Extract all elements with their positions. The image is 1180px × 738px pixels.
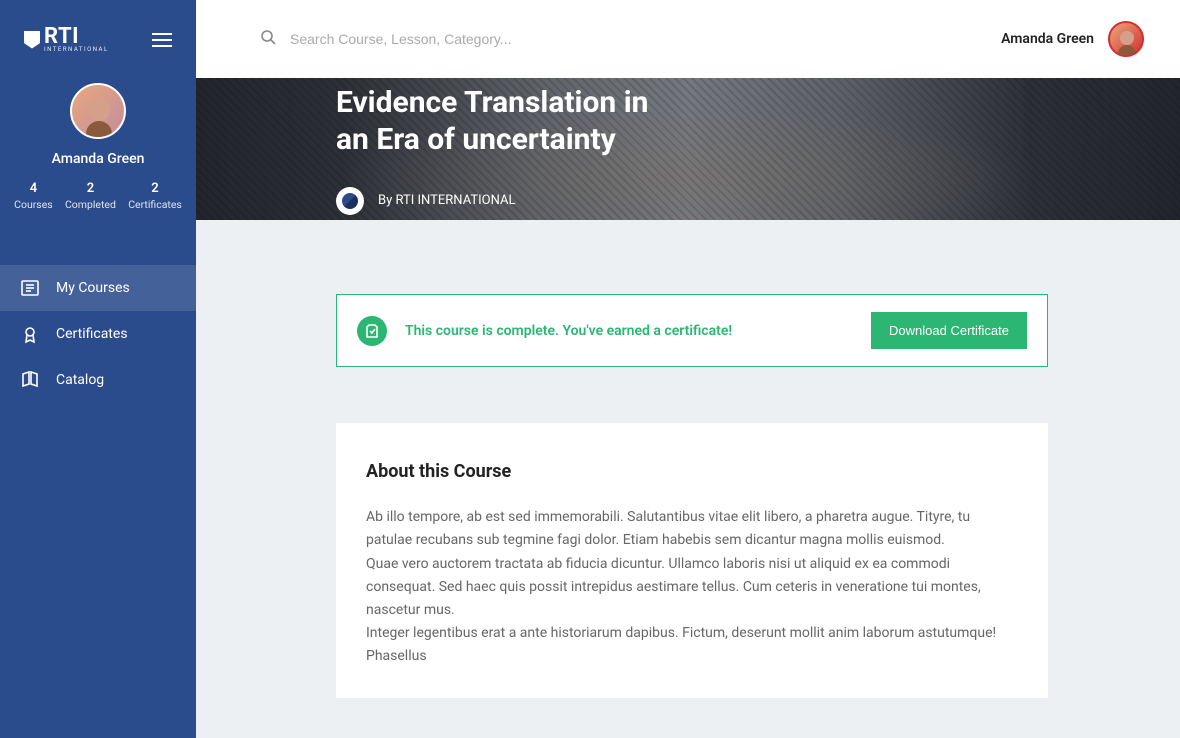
catalog-icon <box>20 370 40 390</box>
profile-name: Amanda Green <box>52 151 145 167</box>
about-body: Ab illo tempore, ab est sed immemorabili… <box>366 506 1018 668</box>
courses-icon <box>20 278 40 298</box>
course-byline: By RTI INTERNATIONAL <box>336 187 648 215</box>
brand-logo[interactable]: RTI INTERNATIONAL <box>24 26 109 53</box>
download-certificate-button[interactable]: Download Certificate <box>871 312 1027 349</box>
user-menu[interactable]: Amanda Green <box>1001 21 1144 57</box>
sidebar-item-label: My Courses <box>56 280 130 296</box>
logo-mark-icon <box>24 31 40 49</box>
brand-subtitle: INTERNATIONAL <box>44 46 109 53</box>
sidebar-item-label: Certificates <box>56 326 128 342</box>
certificate-icon <box>20 324 40 344</box>
sidebar-item-certificates[interactable]: Certificates <box>0 311 196 357</box>
menu-toggle-icon[interactable] <box>152 33 172 47</box>
stat-courses[interactable]: 4 Courses <box>14 181 53 211</box>
course-hero: Evidence Translation in an Era of uncert… <box>196 78 1180 220</box>
course-title: Evidence Translation in an Era of uncert… <box>336 84 648 159</box>
certificate-message: This course is complete. You've earned a… <box>405 323 853 339</box>
sidebar-item-label: Catalog <box>56 372 104 388</box>
topbar-avatar <box>1108 21 1144 57</box>
sidebar-nav: My Courses Certificates Catalog <box>0 265 196 403</box>
main-content: Amanda Green Evidence Translation in an … <box>196 0 1180 738</box>
certificate-badge-icon <box>357 316 387 346</box>
search-icon <box>260 29 276 49</box>
brand-name: RTI <box>44 26 109 48</box>
search-input[interactable] <box>290 31 690 47</box>
topbar-user-name: Amanda Green <box>1001 31 1094 47</box>
org-logo-icon <box>336 187 364 215</box>
stat-certificates[interactable]: 2 Certificates <box>128 181 182 211</box>
topbar: Amanda Green <box>196 0 1180 78</box>
profile-avatar[interactable] <box>70 83 126 139</box>
certificate-banner: This course is complete. You've earned a… <box>336 294 1048 367</box>
sidebar-item-catalog[interactable]: Catalog <box>0 357 196 403</box>
stat-completed[interactable]: 2 Completed <box>65 181 116 211</box>
sidebar-item-my-courses[interactable]: My Courses <box>0 265 196 311</box>
profile-section: Amanda Green 4 Courses 2 Completed 2 Cer… <box>0 69 196 233</box>
sidebar: RTI INTERNATIONAL Amanda Green 4 Courses… <box>0 0 196 738</box>
about-heading: About this Course <box>366 461 1018 482</box>
about-course-card: About this Course Ab illo tempore, ab es… <box>336 423 1048 698</box>
